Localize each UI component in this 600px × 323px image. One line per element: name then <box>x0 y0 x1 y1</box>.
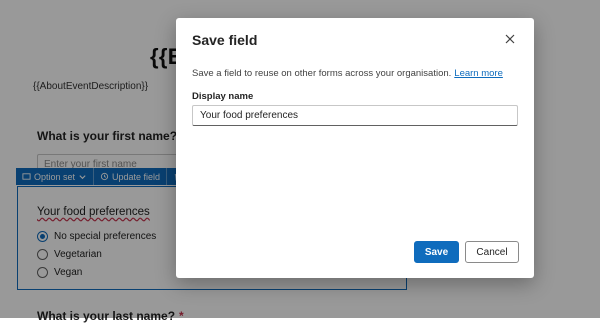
display-name-input[interactable] <box>192 105 518 126</box>
dialog-description: Save a field to reuse on other forms acr… <box>192 68 503 79</box>
dialog-description-text: Save a field to reuse on other forms acr… <box>192 68 452 79</box>
cancel-button[interactable]: Cancel <box>465 241 519 263</box>
close-icon[interactable] <box>504 33 516 45</box>
save-button[interactable]: Save <box>414 241 459 263</box>
dialog-title: Save field <box>192 32 258 48</box>
save-field-dialog: Save field Save a field to reuse on othe… <box>176 18 534 278</box>
learn-more-link[interactable]: Learn more <box>454 68 503 79</box>
display-name-label: Display name <box>192 91 254 102</box>
